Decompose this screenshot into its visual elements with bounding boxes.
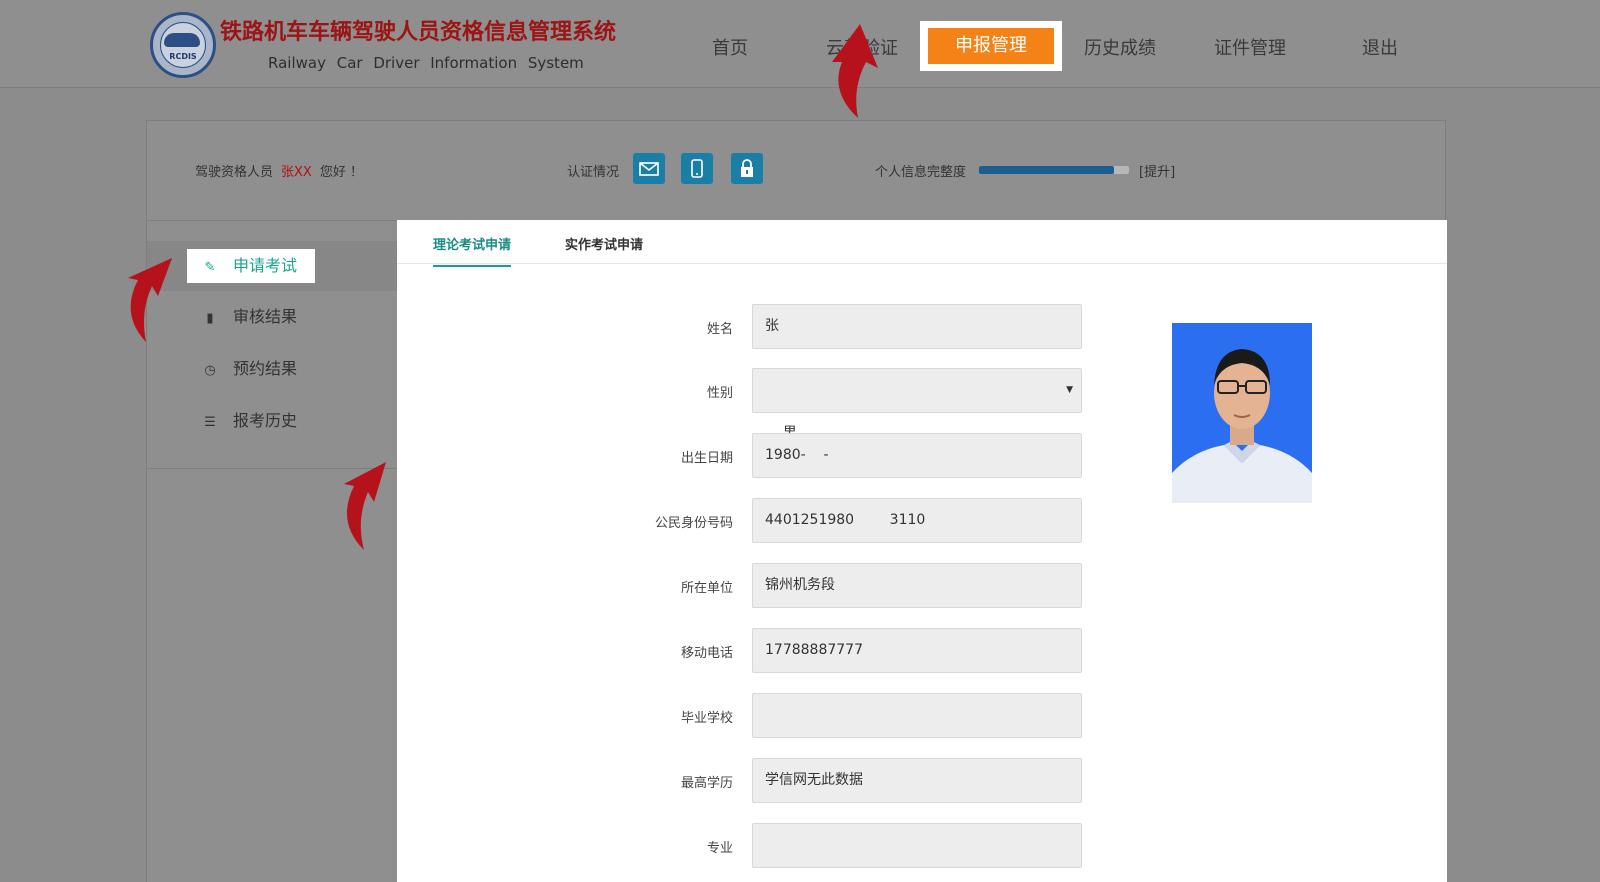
phone-label: 移动电话 xyxy=(680,646,733,661)
auth-status-label: 认证情况 xyxy=(567,165,620,180)
greeting: 驾驶资格人员 张XX 您好 ！ xyxy=(195,165,363,180)
mail-icon[interactable] xyxy=(633,153,665,184)
top-header: RCDIS 铁路机车车辆驾驶人员资格信息管理系统 Railway Car Dri… xyxy=(0,0,1600,88)
clock-icon: ◷ xyxy=(204,363,216,378)
nav-logout[interactable]: 退出 xyxy=(1362,34,1398,60)
nav-declare-wrap: 申报管理 xyxy=(920,21,1062,71)
dropdown-caret-icon: ▼ xyxy=(1066,385,1073,395)
edit-icon: ✎ xyxy=(204,260,216,275)
education-field[interactable]: 学信网无此数据 xyxy=(752,758,1082,803)
sidebar-item-review-result[interactable]: ▮ 审核结果 xyxy=(187,300,297,334)
system-subtitle: Railway Car Driver Information System xyxy=(268,54,584,72)
id-number-field[interactable]: 4401251980 3110 xyxy=(752,498,1082,543)
tab-theory-exam[interactable]: 理论考试申请 xyxy=(433,234,512,267)
profile-completeness-bar xyxy=(979,166,1129,174)
nav-certificate-management[interactable]: 证件管理 xyxy=(1214,34,1286,60)
sidebar-item-apply-exam[interactable]: ✎ 申请考试 xyxy=(187,249,315,283)
name-label: 姓名 xyxy=(706,322,733,337)
major-label: 专业 xyxy=(706,841,733,856)
annotation-arrow-icon xyxy=(832,24,878,118)
train-icon xyxy=(164,33,200,47)
improve-link[interactable]: [提升] xyxy=(1139,161,1175,180)
tab-practical-exam[interactable]: 实作考试申请 xyxy=(565,234,643,265)
education-label: 最高学历 xyxy=(680,776,733,791)
gender-select[interactable]: 男▼ xyxy=(752,368,1082,441)
rcdis-logo: RCDIS xyxy=(150,12,216,78)
annotation-arrow-icon xyxy=(344,462,386,550)
user-info-bar: 驾驶资格人员 张XX 您好 ！ 认证情况 个人信息完整度 [提升] xyxy=(147,121,1445,221)
birth-date-label: 出生日期 xyxy=(680,451,733,466)
sidebar-item-appointment-result[interactable]: ◷ 预约结果 xyxy=(187,352,297,386)
phone-icon[interactable] xyxy=(681,153,713,184)
gender-label: 性别 xyxy=(706,386,733,401)
nav-declare-management[interactable]: 申报管理 xyxy=(928,28,1054,64)
system-title: 铁路机车车辆驾驶人员资格信息管理系统 xyxy=(220,19,617,45)
profile-completeness-label: 个人信息完整度 xyxy=(875,165,967,180)
progress-fill xyxy=(979,166,1114,174)
user-name: 张XX xyxy=(281,165,312,180)
sidebar-item-exam-history[interactable]: ☰ 报考历史 xyxy=(187,404,297,438)
school-field[interactable] xyxy=(752,693,1082,738)
unit-field[interactable]: 锦州机务段 xyxy=(752,563,1082,608)
name-field[interactable]: 张 xyxy=(752,304,1082,349)
exam-tabs: 理论考试申请 实作考试申请 xyxy=(397,220,1447,267)
unit-label: 所在单位 xyxy=(680,581,733,596)
annotation-arrow-icon xyxy=(128,258,172,342)
birth-date-field[interactable]: 1980- - xyxy=(752,433,1082,478)
phone-field[interactable]: 17788887777 xyxy=(752,628,1082,673)
id-photo xyxy=(1172,323,1312,503)
list-icon: ☰ xyxy=(204,415,216,430)
file-icon: ▮ xyxy=(206,311,214,326)
id-number-label: 公民身份号码 xyxy=(654,516,733,531)
nav-history-scores[interactable]: 历史成绩 xyxy=(1084,34,1156,60)
lock-icon[interactable] xyxy=(731,153,763,184)
application-form-card: 理论考试申请 实作考试申请 姓名 张 性别 男▼ 出生日期 1980- - 公民… xyxy=(397,220,1447,882)
nav-home[interactable]: 首页 xyxy=(712,34,748,60)
major-field[interactable] xyxy=(752,823,1082,868)
school-label: 毕业学校 xyxy=(680,711,733,726)
